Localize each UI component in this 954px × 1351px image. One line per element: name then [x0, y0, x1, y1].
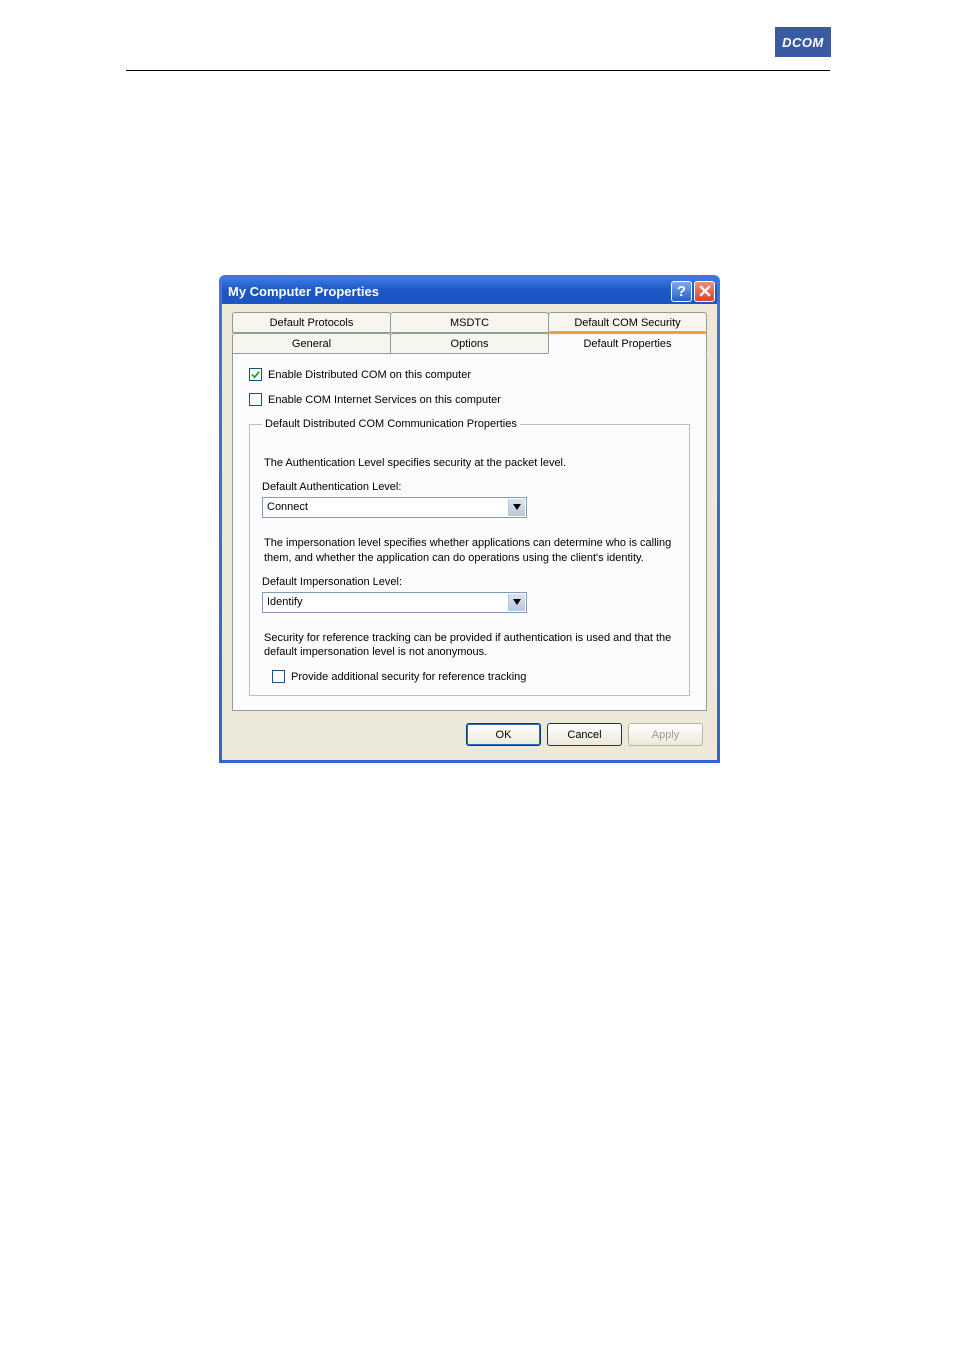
tab-default-com-security[interactable]: Default COM Security: [548, 312, 707, 333]
reference-tracking-checkbox[interactable]: [272, 670, 285, 683]
dcom-logo: DCOM: [775, 27, 831, 57]
auth-level-select[interactable]: Connect: [262, 497, 527, 518]
reference-tracking-label: Provide additional security for referenc…: [291, 671, 526, 683]
impersonation-desc: The impersonation level specifies whethe…: [264, 536, 675, 566]
button-label: OK: [496, 729, 512, 741]
button-label: Apply: [652, 729, 680, 741]
tab-label: MSDTC: [450, 317, 489, 329]
tab-default-properties[interactable]: Default Properties: [548, 331, 707, 354]
enable-cis-label: Enable COM Internet Services on this com…: [268, 394, 501, 406]
titlebar[interactable]: My Computer Properties ?: [222, 278, 717, 304]
enable-dcom-label: Enable Distributed COM on this computer: [268, 369, 471, 381]
tab-msdtc[interactable]: MSDTC: [390, 312, 549, 333]
header-rule: [126, 70, 830, 71]
impersonation-label: Default Impersonation Level:: [262, 576, 677, 588]
auth-level-desc: The Authentication Level specifies secur…: [264, 456, 675, 471]
impersonation-select[interactable]: Identify: [262, 592, 527, 613]
tab-options[interactable]: Options: [390, 333, 549, 354]
communication-properties-group: Default Distributed COM Communication Pr…: [249, 418, 690, 696]
enable-cis-checkbox[interactable]: [249, 393, 262, 406]
auth-level-label: Default Authentication Level:: [262, 481, 677, 493]
chevron-down-icon: [508, 594, 525, 611]
apply-button: Apply: [628, 723, 703, 746]
button-label: Cancel: [567, 729, 601, 741]
impersonation-value: Identify: [267, 596, 302, 608]
close-icon: [699, 285, 711, 297]
enable-dcom-checkbox[interactable]: [249, 368, 262, 381]
tab-general[interactable]: General: [232, 333, 391, 354]
my-computer-properties-dialog: My Computer Properties ? Default Protoco…: [219, 275, 720, 763]
window-title: My Computer Properties: [228, 284, 669, 299]
dialog-button-row: OK Cancel Apply: [232, 711, 707, 750]
close-button[interactable]: [694, 281, 715, 302]
ok-button[interactable]: OK: [466, 723, 541, 746]
tab-label: Default Protocols: [270, 317, 354, 329]
tab-default-protocols[interactable]: Default Protocols: [232, 312, 391, 333]
tab-label: Default Properties: [583, 338, 671, 350]
tab-content-default-properties: Enable Distributed COM on this computer …: [232, 353, 707, 711]
tab-label: General: [292, 338, 331, 350]
tab-label: Options: [451, 338, 489, 350]
group-legend: Default Distributed COM Communication Pr…: [262, 418, 520, 430]
reference-tracking-desc: Security for reference tracking can be p…: [264, 631, 675, 661]
help-button[interactable]: ?: [671, 281, 692, 302]
cancel-button[interactable]: Cancel: [547, 723, 622, 746]
auth-level-value: Connect: [267, 501, 308, 513]
tab-label: Default COM Security: [574, 317, 680, 329]
dialog-client-area: Default Protocols MSDTC Default COM Secu…: [222, 304, 717, 760]
chevron-down-icon: [508, 499, 525, 516]
tab-strip: Default Protocols MSDTC Default COM Secu…: [232, 312, 707, 354]
